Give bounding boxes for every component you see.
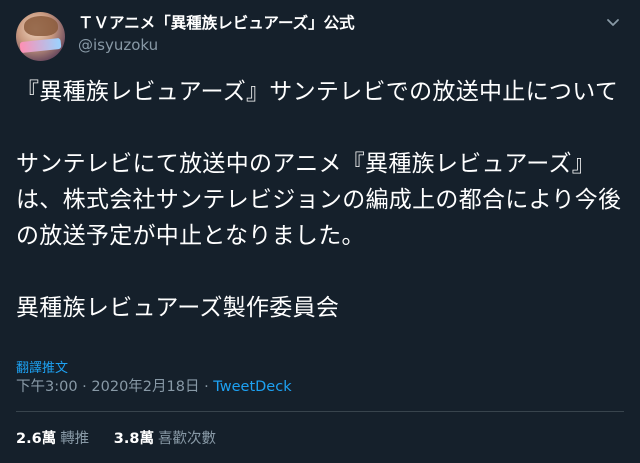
like-label: 喜歡次數 [157, 431, 216, 447]
tweet-paragraph-title: 『異種族レビュアーズ』サンテレビでの放送中止について [16, 79, 619, 105]
author-names: ＴＶアニメ「異種族レビュアーズ」公式 @isyuzoku [78, 13, 355, 55]
chevron-down-icon-svg [607, 19, 619, 26]
avatar[interactable] [16, 12, 65, 61]
chevron-down-icon[interactable] [602, 14, 624, 36]
retweet-label: 轉推 [60, 431, 90, 447]
tweet-header: ＴＶアニメ「異種族レビュアーズ」公式 @isyuzoku [16, 10, 624, 62]
like-count: 3.8萬 [113, 431, 154, 447]
tweet-card: ＴＶアニメ「異種族レビュアーズ」公式 @isyuzoku 『異種族レビュアーズ』… [0, 0, 640, 463]
avatar-logo-band [19, 37, 62, 54]
divider [16, 411, 624, 412]
tweet-paragraph-body: サンテレビにて放送中のアニメ『異種族レビュアーズ』は、株式会社サンテレビジョンの… [16, 151, 622, 249]
meta-separator: · [199, 379, 214, 395]
translate-tweet-link[interactable]: 翻譯推文 [16, 357, 68, 376]
author-display-name[interactable]: ＴＶアニメ「異種族レビュアーズ」公式 [78, 13, 355, 33]
tweet-date[interactable]: 2020年2月18日 [91, 379, 199, 395]
like-count-link[interactable]: 3.8萬 喜歡次數 [114, 431, 216, 447]
tweet-meta: 下午3:00 · 2020年2月18日 · TweetDeck [16, 377, 292, 397]
tweet-stats: 2.6萬 轉推 3.8萬 喜歡次數 [16, 429, 236, 449]
tweet-paragraph-signature: 異種族レビュアーズ製作委員会 [16, 295, 340, 321]
tweet-text: 『異種族レビュアーズ』サンテレビでの放送中止について サンテレビにて放送中のアニ… [16, 74, 624, 326]
author-handle[interactable]: @isyuzoku [78, 35, 355, 55]
retweet-count: 2.6萬 [16, 431, 57, 447]
avatar-hair [24, 16, 58, 36]
tweet-source-link[interactable]: TweetDeck [213, 379, 291, 395]
meta-separator: · [77, 379, 92, 395]
tweet-time[interactable]: 下午3:00 [16, 379, 78, 395]
retweet-count-link[interactable]: 2.6萬 轉推 [16, 431, 94, 447]
